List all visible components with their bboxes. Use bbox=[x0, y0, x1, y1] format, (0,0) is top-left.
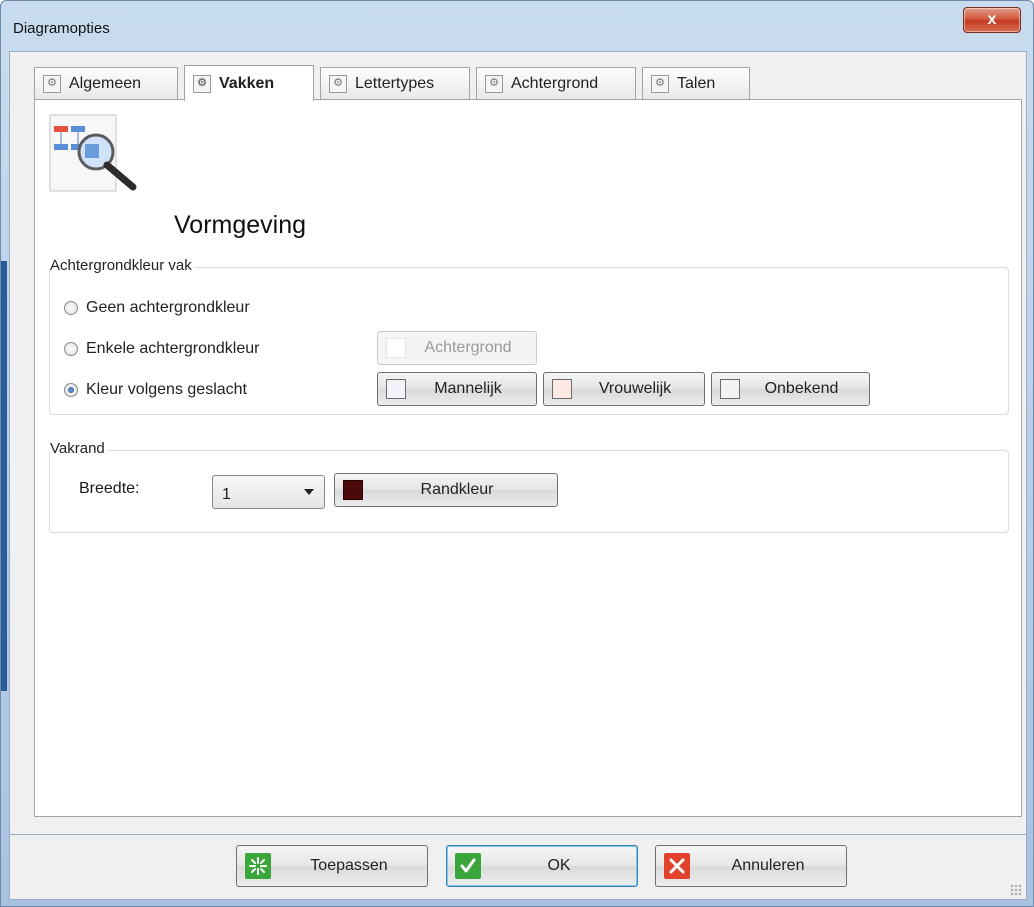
radio-indicator[interactable] bbox=[64, 342, 78, 356]
tab-label: Algemeen bbox=[69, 74, 142, 92]
tab-algemeen[interactable]: ⚙ Algemeen bbox=[34, 67, 178, 99]
dialog-client-area: ⚙ Algemeen ⚙ Vakken ⚙ Lettertypes ⚙ Acht… bbox=[9, 51, 1027, 900]
radio-color-by-gender[interactable]: Kleur volgens geslacht bbox=[64, 381, 247, 399]
settings-page-icon: ⚙ bbox=[329, 74, 347, 93]
settings-page-icon: ⚙ bbox=[43, 74, 61, 93]
tab-vakken[interactable]: ⚙ Vakken bbox=[184, 65, 314, 101]
border-width-select[interactable]: 1 bbox=[212, 475, 325, 509]
button-label: Vrouwelijk bbox=[598, 380, 672, 397]
apply-sparkle-icon bbox=[245, 853, 271, 879]
border-group-label: Vakrand bbox=[50, 440, 108, 457]
tab-label: Talen bbox=[677, 74, 716, 92]
settings-page-icon: ⚙ bbox=[485, 74, 503, 93]
female-color-button[interactable]: Vrouwelijk bbox=[543, 372, 705, 406]
radio-indicator[interactable] bbox=[64, 301, 78, 315]
settings-page-icon: ⚙ bbox=[651, 74, 669, 93]
cancel-button[interactable]: Annuleren bbox=[655, 845, 847, 887]
radio-label: Kleur volgens geslacht bbox=[86, 381, 247, 398]
radio-single-background[interactable]: Enkele achtergrondkleur bbox=[64, 340, 259, 358]
tab-strip: ⚙ Algemeen ⚙ Vakken ⚙ Lettertypes ⚙ Acht… bbox=[34, 65, 1024, 101]
radio-indicator[interactable] bbox=[64, 383, 78, 397]
tab-panel-vakken: Vormgeving Achtergrondkleur vak Geen ach… bbox=[34, 99, 1022, 817]
radio-label: Geen achtergrondkleur bbox=[86, 299, 250, 316]
color-swatch bbox=[386, 379, 406, 399]
chevron-down-icon bbox=[304, 489, 314, 495]
color-swatch bbox=[386, 338, 406, 358]
color-swatch bbox=[343, 480, 363, 500]
title-bar[interactable]: Diagramopties x bbox=[1, 1, 1033, 51]
button-label: Onbekend bbox=[764, 380, 839, 397]
background-color-button[interactable]: Achtergrond bbox=[377, 331, 537, 365]
button-label: Toepassen bbox=[310, 857, 388, 874]
tab-label: Lettertypes bbox=[355, 74, 435, 92]
checkmark-icon bbox=[455, 853, 481, 879]
select-value: 1 bbox=[222, 486, 231, 503]
apply-button[interactable]: Toepassen bbox=[236, 845, 428, 887]
close-button[interactable]: x bbox=[963, 7, 1021, 33]
radio-no-background[interactable]: Geen achtergrondkleur bbox=[64, 299, 250, 317]
button-label: Mannelijk bbox=[434, 380, 502, 397]
unknown-color-button[interactable]: Onbekend bbox=[711, 372, 870, 406]
tab-label: Achtergrond bbox=[511, 74, 599, 92]
button-label: Randkleur bbox=[420, 481, 494, 498]
radio-label: Enkele achtergrondkleur bbox=[86, 340, 260, 357]
background-color-group: Achtergrondkleur vak Geen achtergrondkle… bbox=[49, 257, 1009, 415]
tab-talen[interactable]: ⚙ Talen bbox=[642, 67, 750, 99]
settings-page-icon: ⚙ bbox=[193, 74, 211, 93]
window-title: Diagramopties bbox=[13, 20, 110, 37]
close-icon: x bbox=[987, 11, 997, 28]
resize-grip[interactable] bbox=[1010, 884, 1022, 896]
button-label: Achtergrond bbox=[424, 339, 512, 356]
width-label: Breedte: bbox=[79, 480, 140, 497]
dialog-footer: Toepassen OK Annuleren bbox=[10, 834, 1026, 900]
color-swatch bbox=[552, 379, 572, 399]
diagram-magnifier-icon bbox=[49, 114, 137, 192]
dialog-window: Diagramopties x ⚙ Algemeen ⚙ Vakken ⚙ Le… bbox=[0, 0, 1034, 907]
cancel-x-icon bbox=[664, 853, 690, 879]
male-color-button[interactable]: Mannelijk bbox=[377, 372, 537, 406]
button-label: OK bbox=[547, 857, 571, 874]
color-swatch bbox=[720, 379, 740, 399]
window-edge-accent bbox=[1, 261, 7, 691]
ok-button[interactable]: OK bbox=[446, 845, 638, 887]
button-label: Annuleren bbox=[731, 857, 805, 874]
border-group: Vakrand Breedte: 1 Randkleur bbox=[49, 440, 1009, 533]
tab-label: Vakken bbox=[219, 74, 275, 92]
section-title: Vormgeving bbox=[174, 211, 307, 239]
border-color-button[interactable]: Randkleur bbox=[334, 473, 558, 507]
window-left-edge bbox=[1, 51, 9, 906]
background-color-group-label: Achtergrondkleur vak bbox=[50, 257, 195, 274]
tab-achtergrond[interactable]: ⚙ Achtergrond bbox=[476, 67, 636, 99]
tab-lettertypes[interactable]: ⚙ Lettertypes bbox=[320, 67, 470, 99]
